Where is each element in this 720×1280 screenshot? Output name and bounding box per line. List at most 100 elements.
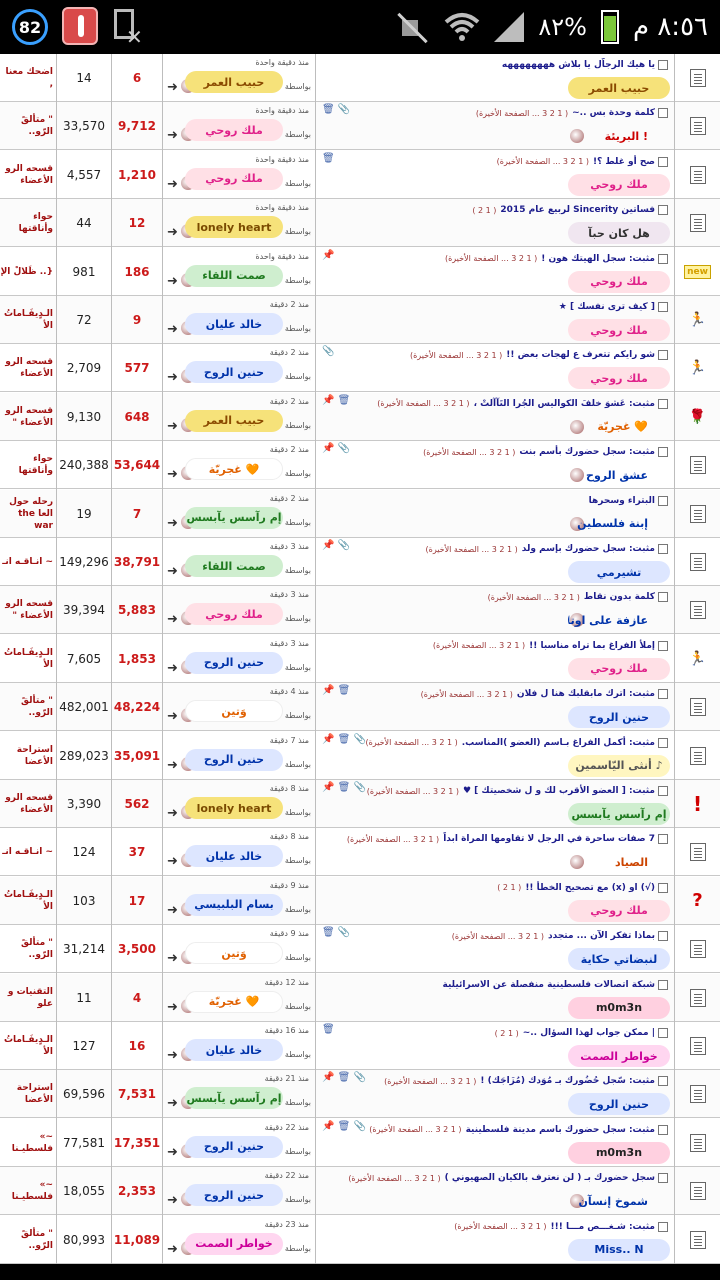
replies-count[interactable]: 2,353 xyxy=(112,1167,162,1215)
replies-count[interactable]: 48,224 xyxy=(112,683,162,731)
go-to-last-post-icon[interactable]: ➜ xyxy=(167,1145,178,1160)
topic-title-link[interactable]: مثبت: سجل الهيتك هون ! ( 1 2 3 ... الصفح… xyxy=(338,252,668,266)
topic-starter-link[interactable]: m0m3n xyxy=(568,996,670,1019)
forum-name-link[interactable]: الـدٍيفَـاماتُ الأ xyxy=(0,877,56,925)
go-to-last-post-icon[interactable]: ➜ xyxy=(167,709,178,724)
thread-row[interactable]: رحله حول العا the war 19 7 منذ 2 دقيقة ب… xyxy=(0,489,720,538)
replies-count[interactable]: 17,351 xyxy=(112,1119,162,1167)
topic-title-link[interactable]: مثبت: اترك مابقلبك هنا ل فلان ( 1 2 3 ..… xyxy=(338,687,668,701)
forum-name-link[interactable]: اضحك معنا , xyxy=(0,54,56,102)
replies-count[interactable]: 1,853 xyxy=(112,635,162,683)
forum-name-link[interactable]: " متألقً الرّو.. xyxy=(0,1216,56,1264)
topic-title-link[interactable]: كلمة بدون نقاط ( 1 2 3 ... الصفحة الأخير… xyxy=(338,590,668,604)
topic-starter-link[interactable]: خواطر الصمت xyxy=(568,1045,670,1067)
forum-name-link[interactable]: " متألقً الرّو.. xyxy=(0,683,56,731)
last-poster-link[interactable]: وَتين xyxy=(185,700,283,723)
thread-row[interactable]: " متألقً الرّو.. 31,214 3,500 منذ 9 دقيق… xyxy=(0,925,720,974)
last-poster-link[interactable]: خواطر الصمت xyxy=(185,1232,283,1255)
replies-count[interactable]: 562 xyxy=(112,780,162,828)
topic-starter-link[interactable]: إبنة فلسطين xyxy=(568,513,670,535)
select-checkbox[interactable] xyxy=(658,1076,668,1087)
topic-starter-link[interactable]: الصياد xyxy=(568,851,670,873)
thread-row[interactable]: ~» فلسطيـنا 18,055 2,353 منذ 22 دقيقة بو… xyxy=(0,1167,720,1216)
topic-starter-link[interactable]: حبيب العمر xyxy=(568,77,670,99)
topic-pages-links[interactable]: ( 1 2 3 ... الصفحة الأخيرة) xyxy=(377,399,469,408)
forum-name-link[interactable]: الـدٍيفَـاماتُ الأ xyxy=(0,635,56,683)
topic-pages-links[interactable]: ( 1 2 3 ... الصفحة الأخيرة) xyxy=(384,1077,476,1086)
replies-count[interactable]: 9,712 xyxy=(112,102,162,150)
forum-name-link[interactable]: {.. ظَلالْ الإ xyxy=(0,248,56,296)
forum-name-link[interactable]: ~ انـاقـه انـ xyxy=(0,538,56,586)
last-poster-link[interactable]: خالد عليان xyxy=(185,313,283,335)
forum-name-link[interactable]: قسحه الرو الأعضاء xyxy=(0,151,56,199)
select-checkbox[interactable] xyxy=(658,1028,668,1038)
last-poster-link[interactable]: حنين الروح xyxy=(185,361,283,384)
replies-count[interactable]: 35,091 xyxy=(112,732,162,780)
thread-row[interactable]: ~ انـاقـه انـ 149,296 38,791 منذ 3 دقيقة… xyxy=(0,538,720,586)
last-poster-link[interactable]: إم رآسس يآبسس xyxy=(185,506,283,529)
select-checkbox[interactable] xyxy=(658,931,668,942)
select-checkbox[interactable] xyxy=(658,1173,668,1184)
thread-row[interactable]: قسحه الرو الأعضاء 2,709 577 منذ 2 دقيقة … xyxy=(0,344,720,393)
select-checkbox[interactable] xyxy=(658,1124,668,1135)
last-poster-link[interactable]: حنين الروح xyxy=(185,748,283,771)
replies-count[interactable]: 3,500 xyxy=(112,925,162,973)
select-checkbox[interactable] xyxy=(658,689,668,700)
last-poster-link[interactable]: خالد عليان xyxy=(185,1039,283,1061)
go-to-last-post-icon[interactable]: ➜ xyxy=(167,80,178,95)
topic-starter-link[interactable]: عازفة على اوتار الحب xyxy=(568,609,670,631)
select-checkbox[interactable] xyxy=(658,108,668,119)
forum-name-link[interactable]: حواء وأناقتها xyxy=(0,441,56,489)
go-to-last-post-icon[interactable]: ➜ xyxy=(167,467,178,482)
topic-starter-link[interactable]: ملك روحي xyxy=(568,173,670,196)
go-to-last-post-icon[interactable]: ➜ xyxy=(167,661,178,676)
go-to-last-post-icon[interactable]: ➜ xyxy=(167,903,178,918)
topic-pages-links[interactable]: ( 1 2 3 ... الصفحة الأخيرة) xyxy=(433,641,525,650)
topic-title-link[interactable]: مثبت: أكمل الفراغ بـاسم (العضو )المناسب.… xyxy=(338,736,668,750)
last-poster-link[interactable]: ملك روحي xyxy=(185,167,283,190)
replies-count[interactable]: 38,791 xyxy=(112,538,162,586)
select-checkbox[interactable] xyxy=(658,398,668,409)
thread-row[interactable]: حواء وأناقتها 240,388 53,644 منذ 2 دقيقة… xyxy=(0,441,720,490)
select-checkbox[interactable] xyxy=(658,786,668,796)
topic-starter-link[interactable]: تشيرمي xyxy=(568,561,670,583)
select-checkbox[interactable] xyxy=(658,495,668,506)
forum-name-link[interactable]: الـدٍيفَـاماتُ الأ xyxy=(0,296,56,344)
last-poster-link[interactable]: حبيب العمر xyxy=(185,71,283,93)
replies-count[interactable]: 5,883 xyxy=(112,586,162,634)
thread-row[interactable]: ~» فلسطيـنا 77,581 17,351 منذ 22 دقيقة ب… xyxy=(0,1118,720,1167)
topic-starter-link[interactable]: لنبضاتي حكاية xyxy=(568,948,670,971)
last-poster-link[interactable]: ملك روحي xyxy=(185,603,283,626)
topic-pages-links[interactable]: ( 1 2 3 ... الصفحة الأخيرة) xyxy=(348,1174,440,1183)
replies-count[interactable]: 7 xyxy=(112,490,162,538)
topic-starter-link[interactable]: ملك روحي xyxy=(568,657,670,680)
go-to-last-post-icon[interactable]: ➜ xyxy=(167,1242,178,1257)
topic-title-link[interactable]: مثبت: [ العضو الأقرب لك و ل شخصيتك ] ♥ (… xyxy=(338,784,668,798)
forum-name-link[interactable]: قسحه الرو الأعضاء " xyxy=(0,393,56,441)
thread-row[interactable]: التقنيات و علو 11 4 منذ 12 دقيقة بواسطة … xyxy=(0,973,720,1022)
go-to-last-post-icon[interactable]: ➜ xyxy=(167,564,178,579)
topic-starter-link[interactable]: عشق الروح xyxy=(568,464,670,486)
forum-name-link[interactable]: ~» فلسطيـنا xyxy=(0,1119,56,1167)
topic-title-link[interactable]: شبكة اتصالات فلسطينية منفصلة عن الاسرائي… xyxy=(338,978,668,992)
replies-count[interactable]: 1,210 xyxy=(112,151,162,199)
thread-row[interactable]: الـدٍيفَـاماتُ الأ 72 9 منذ 2 دقيقة بواس… xyxy=(0,296,720,344)
thread-row[interactable]: " متألقً الرّو.. 80,993 11,089 منذ 23 دق… xyxy=(0,1215,720,1264)
topic-title-link[interactable]: مثبت: شـغـــص مـــا !!! ( 1 2 3 ... الصف… xyxy=(338,1220,668,1234)
thread-row[interactable]: قسحه الرو الأعضاء " 39,394 5,883 منذ 3 د… xyxy=(0,586,720,635)
topic-pages-links[interactable]: ( 1 2 3 ... الصفحة الأخيرة) xyxy=(452,932,544,941)
topic-starter-link[interactable]: ملك روحي xyxy=(568,319,670,341)
topic-pages-links[interactable]: ( 1 2 ) xyxy=(472,206,496,215)
topic-starter-link[interactable]: ملك روحي xyxy=(568,367,670,390)
forum-name-link[interactable]: حواء وأناقتها xyxy=(0,199,56,247)
replies-count[interactable]: 577 xyxy=(112,344,162,392)
select-checkbox[interactable] xyxy=(658,737,668,748)
forum-name-link[interactable]: قسحه الرو الأعضاء xyxy=(0,344,56,392)
topic-title-link[interactable]: كلمة وحدة بس ..~ ( 1 2 3 ... الصفحة الأخ… xyxy=(338,106,668,120)
select-checkbox[interactable] xyxy=(658,979,668,990)
last-poster-link[interactable]: حنين الروح xyxy=(185,1184,283,1207)
topic-title-link[interactable]: شو رايكم تتعرف ع لهجات بعض !! ( 1 2 3 ..… xyxy=(338,348,668,362)
topic-title-link[interactable]: بماذا تفكر الآن ... متجدد ( 1 2 3 ... ال… xyxy=(338,929,668,943)
select-checkbox[interactable] xyxy=(658,544,668,554)
last-poster-link[interactable]: بسام البلبيسي xyxy=(185,893,283,916)
